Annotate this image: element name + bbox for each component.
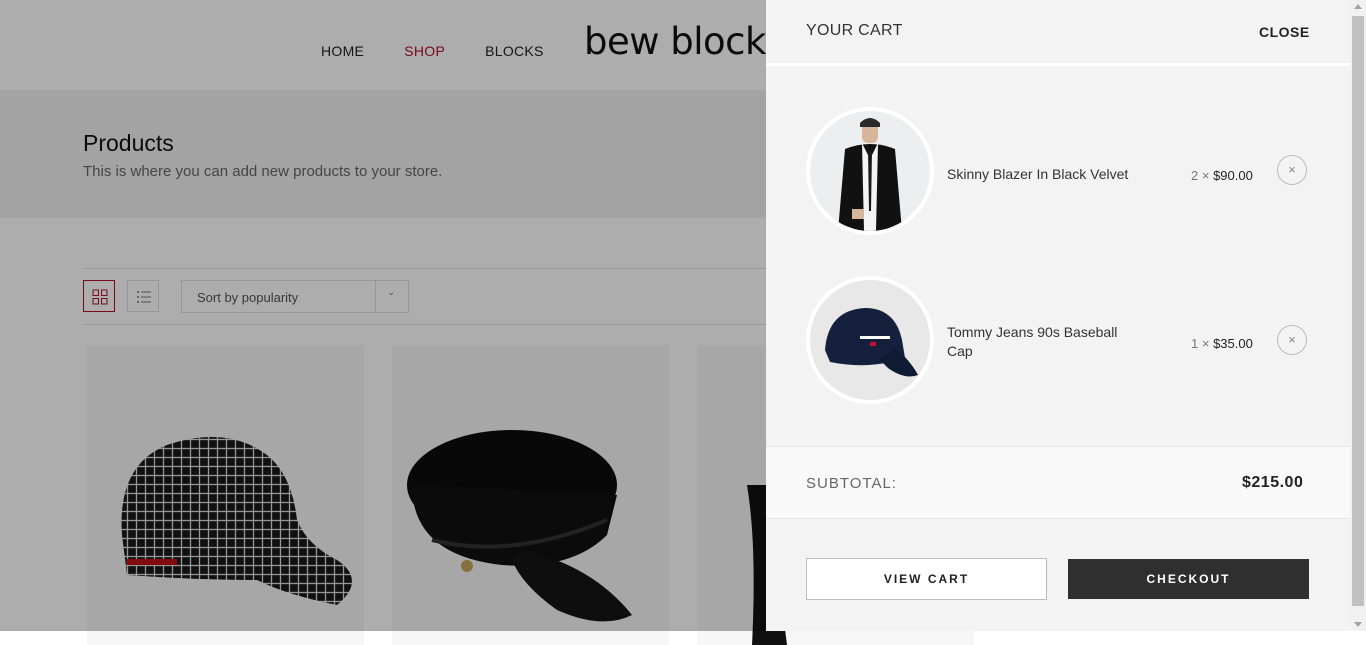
cart-item-thumbnail[interactable] bbox=[806, 276, 934, 404]
close-button[interactable]: CLOSE bbox=[1259, 24, 1310, 40]
cart-item: Tommy Jeans 90s Baseball Cap 1 × $35.00 … bbox=[806, 276, 1316, 406]
cart-subtotal: SUBTOTAL: $215.00 bbox=[766, 446, 1350, 519]
scroll-down-arrow-icon[interactable] bbox=[1354, 622, 1362, 627]
cart-item-quantity: 1 bbox=[1191, 336, 1199, 351]
cart-item-price: $35.00 bbox=[1213, 336, 1253, 351]
cart-item-quantity-price: 1 × $35.00 bbox=[1191, 336, 1253, 351]
page-overlay[interactable] bbox=[0, 0, 766, 631]
view-cart-button[interactable]: VIEW CART bbox=[806, 558, 1047, 600]
cart-item-quantity-price: 2 × $90.00 bbox=[1191, 168, 1253, 183]
cart-item-price: $90.00 bbox=[1213, 168, 1253, 183]
close-icon: × bbox=[1288, 332, 1296, 347]
remove-item-button[interactable]: × bbox=[1277, 325, 1307, 355]
cart-header: YOUR CART CLOSE bbox=[766, 0, 1350, 63]
cart-item-name[interactable]: Skinny Blazer In Black Velvet bbox=[947, 165, 1137, 184]
multiply-sign: × bbox=[1201, 168, 1210, 183]
divider bbox=[766, 63, 1350, 66]
scrollbar[interactable] bbox=[1350, 0, 1366, 631]
checkout-button[interactable]: CHECKOUT bbox=[1068, 559, 1309, 599]
cart-item: Skinny Blazer In Black Velvet 2 × $90.00… bbox=[806, 107, 1316, 237]
baseball-cap-image bbox=[810, 280, 930, 400]
cart-panel: YOUR CART CLOSE Skinny Blazer In Black V… bbox=[766, 0, 1350, 631]
cart-item-thumbnail[interactable] bbox=[806, 107, 934, 235]
cart-item-quantity: 2 bbox=[1191, 168, 1199, 183]
remove-item-button[interactable]: × bbox=[1277, 155, 1307, 185]
blazer-image bbox=[810, 111, 930, 231]
subtotal-amount: $215.00 bbox=[1242, 474, 1304, 491]
close-icon: × bbox=[1288, 162, 1296, 177]
scrollbar-thumb[interactable] bbox=[1352, 16, 1364, 606]
cart-item-name[interactable]: Tommy Jeans 90s Baseball Cap bbox=[947, 323, 1137, 361]
multiply-sign: × bbox=[1201, 336, 1210, 351]
scroll-up-arrow-icon[interactable] bbox=[1354, 4, 1362, 9]
cart-title: YOUR CART bbox=[806, 22, 903, 39]
subtotal-label: SUBTOTAL: bbox=[806, 475, 897, 492]
